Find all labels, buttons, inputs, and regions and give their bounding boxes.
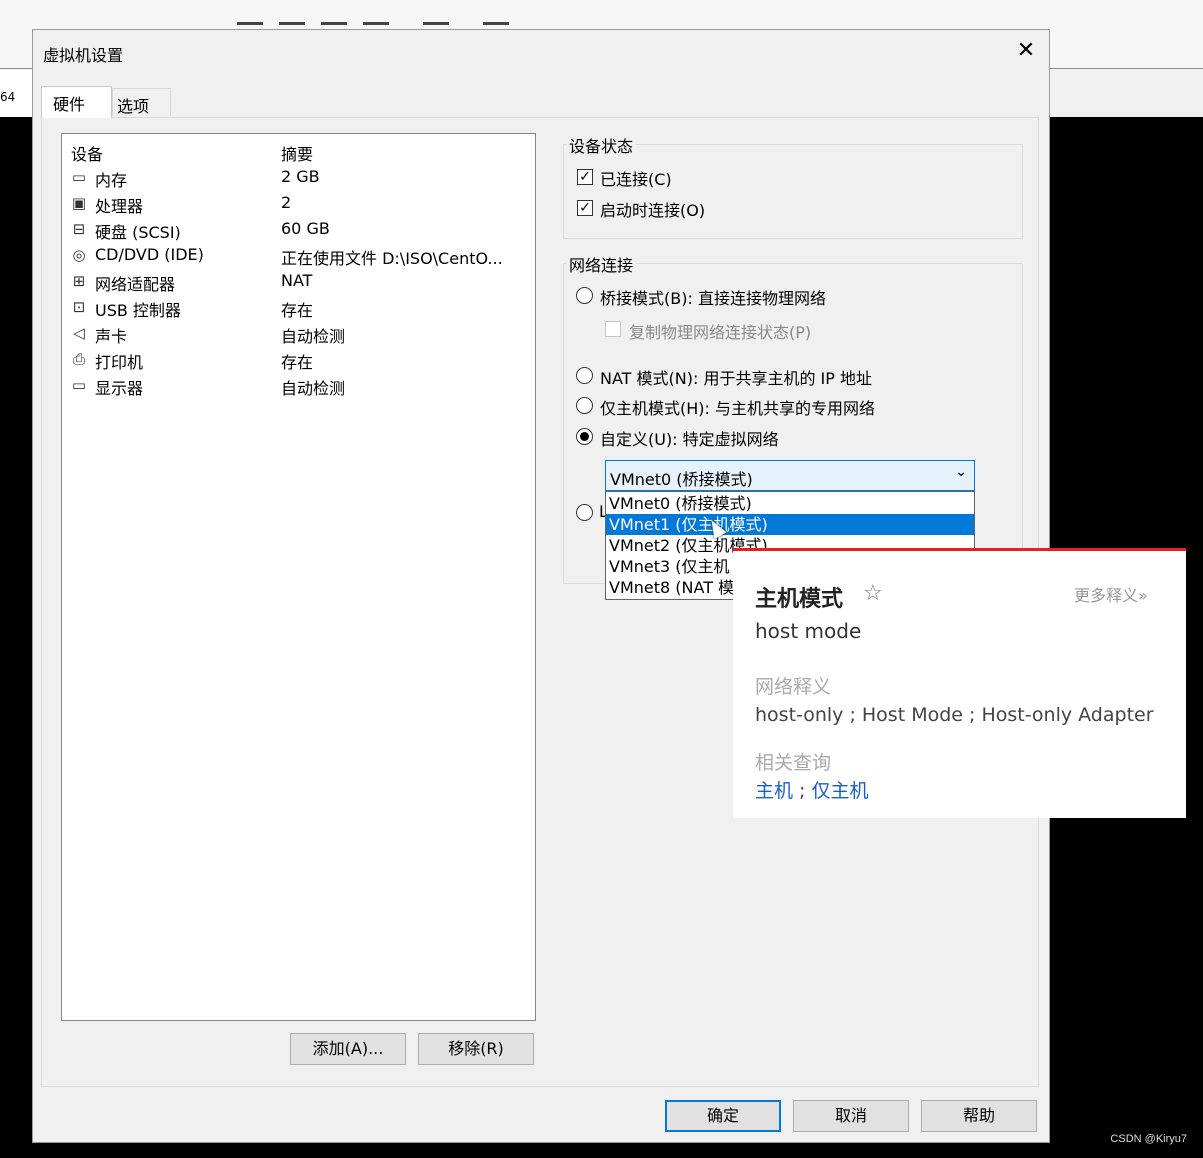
display-icon: ▭ <box>71 376 87 394</box>
more-definitions-link[interactable]: 更多释义» <box>1074 582 1148 606</box>
device-name: 硬盘 (SCSI) <box>95 223 181 242</box>
hard-disk-icon: ⊟ <box>72 220 86 238</box>
device-summary: 2 GB <box>281 167 320 186</box>
memory-icon: ▭ <box>71 168 87 186</box>
add-button[interactable]: 添加(A)... <box>290 1033 406 1065</box>
replicate-state-checkbox[interactable] <box>605 321 621 337</box>
lan-segment-radio[interactable] <box>576 504 593 521</box>
related-links: 主机 ; 仅主机 <box>755 776 869 803</box>
summary-column-header[interactable]: 摘要 <box>281 141 313 165</box>
connect-at-power-on-checkbox[interactable]: ✓ <box>577 200 593 216</box>
web-meaning-heading: 网络释义 <box>755 676 832 698</box>
background-strip <box>1051 70 1203 117</box>
device-name: 打印机 <box>95 353 144 372</box>
device-row-hard-disk[interactable]: ⊟ 硬盘 (SCSI) 60 GB <box>62 216 535 242</box>
device-name: CD/DVD (IDE) <box>95 245 204 264</box>
device-summary: 自动检测 <box>281 327 346 346</box>
device-row-usb-controller[interactable]: ⊡ USB 控制器 存在 <box>62 294 535 320</box>
remove-button[interactable]: 移除(R) <box>418 1033 534 1065</box>
device-summary: 存在 <box>281 301 314 320</box>
device-status-group <box>563 144 1023 239</box>
device-summary: 2 <box>281 193 292 212</box>
help-button[interactable]: 帮助 <box>921 1100 1037 1132</box>
device-list[interactable]: 设备 摘要 ▭ 内存 2 GB ▣ 处理器 2 ⊟ 硬盘 (SCSI) 60 G… <box>61 133 536 1021</box>
ok-button[interactable]: 确定 <box>665 1100 781 1132</box>
host-only-label[interactable]: 仅主机模式(H): 与主机共享的专用网络 <box>600 395 875 419</box>
network-connection-label: 网络连接 <box>566 252 637 276</box>
device-row-printer[interactable]: ⎙ 打印机 存在 <box>62 346 535 372</box>
popup-word: 主机模式 <box>755 587 844 612</box>
device-summary: NAT <box>281 271 313 290</box>
nat-label[interactable]: NAT 模式(N): 用于共享主机的 IP 地址 <box>600 365 872 389</box>
host-only-radio[interactable] <box>576 397 593 414</box>
device-row-processor[interactable]: ▣ 处理器 2 <box>62 190 535 216</box>
nat-radio[interactable] <box>576 367 593 384</box>
network-adapter-icon: ⊞ <box>72 272 86 290</box>
device-name: 声卡 <box>95 327 128 346</box>
device-row-cd-dvd[interactable]: ◎ CD/DVD (IDE) 正在使用文件 D:\ISO\CentO... <box>62 242 535 268</box>
tab-hardware[interactable]: 硬件 <box>41 86 112 118</box>
related-link-host-only[interactable]: 仅主机 <box>812 780 869 802</box>
background-side-label: 64 <box>0 70 33 117</box>
device-summary: 自动检测 <box>281 379 346 398</box>
star-icon[interactable]: ☆ <box>863 581 883 606</box>
dropdown-option-vmnet0[interactable]: VMnet0 (桥接模式) <box>606 493 974 514</box>
device-status-label: 设备状态 <box>566 133 637 157</box>
custom-radio[interactable] <box>576 428 593 445</box>
chevron-down-icon[interactable]: ⌄ <box>955 464 967 480</box>
related-separator: ; <box>793 780 812 802</box>
device-summary: 正在使用文件 D:\ISO\CentO... <box>281 249 503 268</box>
device-summary: 存在 <box>281 353 314 372</box>
virtual-network-select[interactable]: VMnet0 (桥接模式) ⌄ <box>605 460 975 491</box>
replicate-state-label[interactable]: 复制物理网络连接状态(P) <box>629 319 811 343</box>
sound-card-icon: ◁ <box>73 324 85 342</box>
connect-at-power-on-label[interactable]: 启动时连接(O) <box>600 197 705 221</box>
connected-checkbox[interactable]: ✓ <box>577 169 593 185</box>
virtual-network-select-value: VMnet0 (桥接模式) <box>610 470 753 489</box>
device-name: 处理器 <box>95 197 144 216</box>
dialog-title: 虚拟机设置 <box>43 46 124 65</box>
dictionary-popup: 主机模式 ☆ 更多释义» host mode 网络释义 host-only ; … <box>733 548 1186 818</box>
close-icon[interactable]: ✕ <box>1013 38 1039 64</box>
device-row-network-adapter[interactable]: ⊞ 网络适配器 NAT <box>62 268 535 294</box>
dropdown-option-vmnet1[interactable]: VMnet1 (仅主机模式) <box>606 514 974 535</box>
cd-dvd-icon: ◎ <box>72 246 86 264</box>
device-summary: 60 GB <box>281 219 330 238</box>
bridged-radio[interactable] <box>576 287 593 304</box>
popup-translation: host mode <box>755 619 862 643</box>
device-name: 内存 <box>95 171 128 190</box>
tab-options[interactable]: 选项 <box>112 88 171 116</box>
device-row-sound-card[interactable]: ◁ 声卡 自动检测 <box>62 320 535 346</box>
custom-label[interactable]: 自定义(U): 特定虚拟网络 <box>600 426 779 450</box>
device-row-memory[interactable]: ▭ 内存 2 GB <box>62 164 535 190</box>
device-row-display[interactable]: ▭ 显示器 自动检测 <box>62 372 535 398</box>
related-heading: 相关查询 <box>755 752 832 774</box>
device-name: 显示器 <box>95 379 144 398</box>
bridged-label[interactable]: 桥接模式(B): 直接连接物理网络 <box>600 285 826 309</box>
device-name: 网络适配器 <box>95 275 176 294</box>
device-name: USB 控制器 <box>95 301 181 320</box>
connected-label[interactable]: 已连接(C) <box>600 166 672 190</box>
printer-icon: ⎙ <box>72 350 85 368</box>
usb-controller-icon: ⊡ <box>72 298 86 316</box>
related-link-host[interactable]: 主机 <box>755 780 793 802</box>
processor-icon: ▣ <box>71 194 87 212</box>
watermark: CSDN @Kiryu7 <box>1110 1133 1187 1145</box>
web-meaning-text: host-only ; Host Mode ; Host-only Adapte… <box>755 704 1154 726</box>
cancel-button[interactable]: 取消 <box>793 1100 909 1132</box>
device-column-header[interactable]: 设备 <box>71 141 103 165</box>
